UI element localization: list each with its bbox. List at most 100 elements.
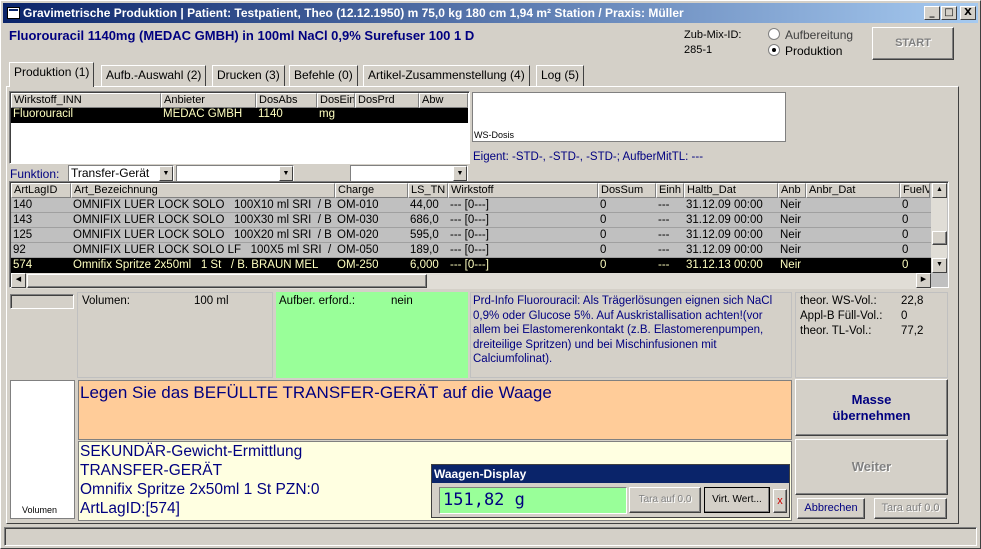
eigent-text: Eigent: -STD-, -STD-, -STD-; AufberMitTL… (473, 151, 704, 163)
grid-cell-haltb-dat: 31.12.09 00:00 (686, 229, 763, 241)
tab-befehle[interactable]: Befehle (0) (289, 65, 358, 86)
wirkstoff-header-dosabs[interactable]: DosAbs (256, 93, 317, 108)
chevron-down-icon[interactable]: ▼ (279, 166, 293, 181)
grid-cell-artlagid: 125 (13, 229, 33, 241)
grid-header-fuelv[interactable]: FuelV (900, 183, 930, 198)
tab-drucken[interactable]: Drucken (3) (212, 65, 285, 86)
wirkstoff-cell-anbieter: MEDAC GMBH (163, 108, 243, 120)
grid-cell-wirkstoff: --- [0---] (450, 229, 489, 241)
grid-header-dossum[interactable]: DosSum (598, 183, 656, 198)
waagen-display: Waagen-Display 151,82 g Tara auf 0.0 Vir… (431, 464, 790, 518)
grid-cell-wirkstoff: --- [0---] (450, 214, 489, 226)
grid-header-charge[interactable]: Charge (335, 183, 408, 198)
wirkstoff-header-abw[interactable]: Abw (419, 93, 468, 108)
grid-header-ls-tn[interactable]: LS_TN (408, 183, 448, 198)
ws-dosis-label: WS-Dosis (474, 130, 514, 140)
tab-produktion[interactable]: Produktion (1) (9, 62, 95, 87)
aufber-value: nein (391, 295, 413, 307)
details-line-2: TRANSFER-GERÄT (80, 462, 223, 479)
grid-cell-artlagid: 140 (13, 199, 33, 211)
grid-cell-anb: Neir (780, 199, 802, 211)
grid-header-anbr-dat[interactable]: Anbr_Dat (806, 183, 900, 198)
window-title: Gravimetrische Produktion | Patient: Tes… (23, 6, 684, 20)
funktion-select[interactable]: Transfer-Gerät ▼ (68, 165, 174, 182)
radio-aufbereitung[interactable] (768, 28, 780, 40)
scroll-right-icon[interactable]: ▶ (916, 273, 931, 288)
minimize-button[interactable]: _ (924, 6, 940, 20)
grid-cell-ls-tn: 6,000 (410, 259, 439, 271)
tab-aufb-auswahl[interactable]: Aufb.-Auswahl (2) (101, 65, 207, 86)
grid-cell-anb: Neir (780, 244, 802, 256)
maximize-button[interactable]: □ (941, 6, 957, 20)
prd-info-text: Prd-Info Fluorouracil: Als Trägerlösunge… (473, 295, 773, 365)
scroll-down-icon[interactable]: ▼ (932, 258, 947, 273)
scroll-up-icon[interactable]: ▲ (932, 183, 947, 198)
grid-cell-wirkstoff: --- [0---] (450, 199, 489, 211)
weiter-button[interactable]: Weiter (795, 439, 948, 495)
grid-hscroll-thumb[interactable] (27, 274, 427, 288)
grid-cell-einh: --- (658, 244, 670, 256)
funktion-select-2[interactable]: ▼ (176, 165, 294, 182)
grid-header-haltb-dat[interactable]: Haltb_Dat (684, 183, 778, 198)
wirkstoff-header-dosprd[interactable]: DosPrd (355, 93, 419, 108)
grid-cell-ls-tn: 595,0 (410, 229, 439, 241)
theor-ws-value: 22,8 (901, 295, 924, 307)
grid-vscroll-thumb[interactable] (932, 231, 947, 245)
grid-cell-einh: --- (658, 214, 670, 226)
wirkstoff-header-anbieter[interactable]: Anbieter (161, 93, 256, 108)
grid-cell-anbr-dat (806, 243, 900, 258)
grid-cell-haltb-dat: 31.12.09 00:00 (686, 244, 763, 256)
masse-uebernehmen-button[interactable]: Masse übernehmen (795, 379, 948, 436)
start-button[interactable]: START (872, 27, 954, 60)
volumen-value: 100 ml (194, 295, 229, 307)
volumen-gauge-label: Volumen (22, 505, 58, 515)
grid-cell-ls-tn: 189,0 (410, 244, 439, 256)
details-line-3: Omnifix Spritze 2x50ml 1 St PZN:0 (80, 481, 320, 498)
wirkstoff-header-inn[interactable]: Wirkstoff_INN (11, 93, 161, 108)
main-window: Gravimetrische Produktion | Patient: Tes… (0, 0, 981, 549)
radio-produktion-label: Produktion (785, 44, 843, 58)
tara-button[interactable]: Tara auf 0.0 (874, 498, 947, 519)
theor-ws-label: theor. WS-Vol.: (800, 295, 877, 307)
grid-cell-dossum: 0 (600, 214, 607, 226)
funktion-select-3[interactable]: ▼ (350, 165, 468, 182)
tab-log[interactable]: Log (5) (536, 65, 585, 86)
grid-cell-anbr-dat (806, 228, 900, 243)
close-button[interactable]: X (960, 6, 976, 20)
radio-aufbereitung-label: Aufbereitung (785, 28, 854, 42)
info-indicator (10, 294, 74, 309)
grid-header-wirkstoff[interactable]: Wirkstoff (448, 183, 598, 198)
zub-mix-label: Zub-Mix-ID: (684, 29, 742, 41)
funktion-label: Funktion: (10, 167, 60, 181)
radio-produktion[interactable] (768, 44, 780, 56)
ws-dosis-box: WS-Dosis (472, 92, 786, 142)
grid-cell-einh: --- (658, 259, 670, 271)
close-icon[interactable]: x (773, 489, 787, 513)
grid-cell-anb: Neir (780, 259, 802, 271)
wirkstoff-header-dosein[interactable]: DosEin (317, 93, 355, 108)
grid-header-anb[interactable]: Anb (778, 183, 806, 198)
grid-cell-anb: Neir (780, 214, 802, 226)
grid-cell-anbr-dat (806, 198, 900, 213)
funktion-select-value: Transfer-Gerät (71, 166, 150, 180)
grid-header-art-bezeichnung[interactable]: Art_Bezeichnung (71, 183, 335, 198)
grid-cell-art-bezeichnung: OMNIFIX LUER LOCK SOLO 100X10 ml SRI / B (73, 199, 332, 211)
grid-header-einh[interactable]: Einh (656, 183, 684, 198)
title-bar[interactable]: Gravimetrische Produktion | Patient: Tes… (3, 3, 978, 23)
tab-artikel-zusammenstellung[interactable]: Artikel-Zusammenstellung (4) (363, 65, 530, 86)
chevron-down-icon[interactable]: ▼ (453, 166, 467, 181)
grid-cell-einh: --- (658, 229, 670, 241)
chevron-down-icon[interactable]: ▼ (159, 166, 173, 181)
grid-cell-einh: --- (658, 199, 670, 211)
tara-display-button[interactable]: Tara auf 0.0 (629, 487, 701, 513)
weight-readout: 151,82 g (439, 487, 627, 514)
virt-wert-button[interactable]: Virt. Wert... (704, 487, 770, 513)
wirkstoff-cell-inn: Fluorouracil (13, 108, 74, 120)
scroll-left-icon[interactable]: ◀ (11, 273, 26, 288)
grid-cell-charge: OM-020 (337, 229, 379, 241)
grid-cell-wirkstoff: --- [0---] (450, 259, 489, 271)
waagen-display-title: Waagen-Display (432, 465, 789, 483)
abbrechen-button[interactable]: Abbrechen (797, 498, 865, 519)
grid-cell-charge: OM-250 (337, 259, 379, 271)
grid-header-artlagid[interactable]: ArtLagID (11, 183, 71, 198)
